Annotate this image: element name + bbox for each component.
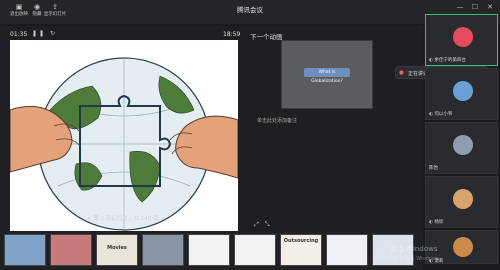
participant-name: 陈怡 [429,166,438,171]
next-animation-label: 下一个动画 [250,33,283,41]
avatar [453,135,473,155]
slide-thumbnail[interactable] [4,234,46,266]
activation-watermark: 激活 Windows [390,245,438,253]
pager-label: 第 2 张幻灯片，共 140 张 [93,216,159,222]
elapsed-timer: 01:35 [10,31,28,38]
avatar [453,81,473,101]
previous-slide-icon[interactable]: ‹ [85,215,93,222]
next-slide-icon[interactable]: › [159,215,167,222]
maximize-icon[interactable]: ☐ [470,3,480,11]
next-slide-preview[interactable]: What is Globalization? [281,40,373,109]
window-title: 腾讯会议 [237,6,263,14]
participant-card[interactable]: ◐ 余佳宁的第四台 [425,14,498,66]
presenter-view: 01:35 ❚❚ ↻ 18:59 2 ‹第 2 张幻灯片，共 140 张› 下一… [7,26,423,236]
slide-thumbnail[interactable] [234,234,276,266]
participant-name: 余佳宁的第四台 [434,58,466,63]
mic-icon: ◐ [429,112,433,117]
participant-name: 杨欣 [434,220,444,225]
participant-card[interactable]: ◐ 何以小爷 [425,68,498,120]
slide-thumbnail[interactable]: Movies [96,234,138,266]
zoom-controls[interactable]: ⤢ ⤡ [254,221,272,229]
slide-filmstrip: Movies Outsourcing [0,231,423,270]
slide-pager: ‹ 第 2 张幻灯片，共 140 张 › [81,214,171,222]
activation-watermark-sub: 转到"设置"以激活 Windows。 [375,256,444,262]
participant-card[interactable]: ◐ 杨欣 [425,176,498,228]
clock: 18:59 [223,31,241,38]
next-slide-title: What is Globalization? [304,68,350,84]
slide-thumbnail[interactable] [142,234,184,266]
avatar [453,189,473,209]
globe-puzzle-illustration [10,57,238,231]
pause-icon[interactable]: ❚❚ [32,30,46,37]
notes-placeholder[interactable]: 单击此处添加备注 [257,117,297,124]
close-icon[interactable]: ✕ [485,3,495,11]
avatar [453,237,473,257]
reset-icon[interactable]: ↻ [50,30,57,37]
participant-card[interactable]: 陈怡 [425,122,498,174]
participant-name: 何以小爷 [434,112,453,117]
mic-icon: ◐ [429,220,433,225]
minimize-icon[interactable]: — [455,3,465,11]
slide-thumbnail[interactable]: Outsourcing [280,234,322,266]
avatar [453,27,473,47]
current-slide[interactable]: 2 [10,40,238,236]
left-rail [0,26,7,230]
slide-thumbnail[interactable] [188,234,230,266]
participant-list: ◐ 余佳宁的第四台 ◐ 何以小爷 陈怡 ◐ 杨欣 ◐ 温莉 [425,14,498,264]
slide-thumbnail[interactable] [50,234,92,266]
slide-thumbnail[interactable] [326,234,368,266]
mic-icon: ◐ [429,58,433,63]
mic-icon: ● [399,70,404,76]
